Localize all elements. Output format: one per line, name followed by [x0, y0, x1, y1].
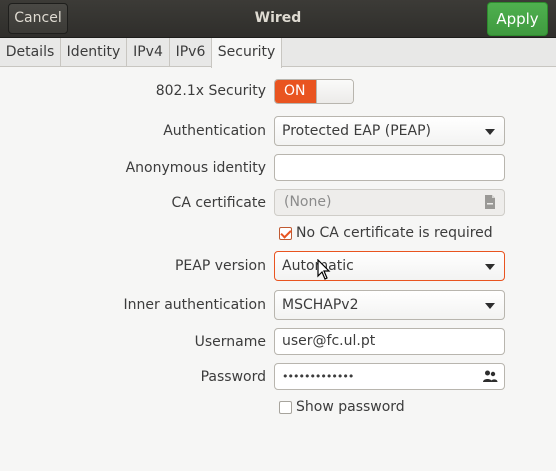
- password-input[interactable]: •••••••••••••: [274, 363, 505, 390]
- dropdown-arrow-icon: [485, 264, 495, 270]
- inner-auth-combo[interactable]: MSCHAPv2: [274, 290, 505, 320]
- dropdown-arrow-icon: [485, 303, 495, 309]
- ca-certificate-chooser[interactable]: (None): [274, 189, 505, 216]
- inner-auth-label: Inner authentication: [123, 297, 266, 313]
- no-ca-checkbox[interactable]: [279, 227, 292, 240]
- show-password-checkbox[interactable]: [279, 401, 292, 414]
- authentication-combo[interactable]: Protected EAP (PEAP): [274, 116, 505, 146]
- no-ca-label: No CA certificate is required: [296, 225, 493, 241]
- switch-on-text: ON: [275, 80, 316, 103]
- password-value: •••••••••••••: [282, 370, 354, 383]
- header-bar: Cancel Wired Apply: [0, 0, 556, 38]
- peap-version-label: PEAP version: [174, 258, 266, 274]
- anonymous-identity-input[interactable]: [274, 154, 505, 181]
- tab-ipv6[interactable]: IPv6: [170, 38, 212, 67]
- show-password-label: Show password: [296, 399, 405, 415]
- tab-identity[interactable]: Identity: [61, 38, 127, 67]
- tab-bar: Details Identity IPv4 IPv6 Security: [0, 38, 556, 68]
- security-label: 802.1x Security: [155, 83, 266, 99]
- ca-certificate-value: (None): [284, 194, 332, 210]
- switch-knob: [316, 80, 353, 103]
- dropdown-arrow-icon: [485, 129, 495, 135]
- users-icon[interactable]: [482, 368, 498, 384]
- authentication-value: Protected EAP (PEAP): [282, 123, 431, 139]
- ca-certificate-label: CA certificate: [171, 195, 266, 211]
- file-icon: [485, 195, 495, 209]
- username-input[interactable]: user@fc.ul.pt: [274, 328, 505, 355]
- username-label: Username: [194, 334, 266, 350]
- apply-button[interactable]: Apply: [487, 2, 548, 36]
- tab-ipv4[interactable]: IPv4: [127, 38, 170, 67]
- security-switch[interactable]: ON: [274, 79, 354, 104]
- window-title: Wired: [254, 10, 302, 26]
- authentication-label: Authentication: [163, 123, 266, 139]
- anonymous-identity-label: Anonymous identity: [125, 160, 266, 176]
- peap-version-combo[interactable]: Automatic: [274, 251, 505, 281]
- inner-auth-value: MSCHAPv2: [282, 297, 359, 313]
- password-label: Password: [200, 369, 266, 385]
- tab-details[interactable]: Details: [0, 38, 61, 67]
- tab-security[interactable]: Security: [211, 38, 282, 68]
- mouse-cursor-icon: [317, 259, 331, 280]
